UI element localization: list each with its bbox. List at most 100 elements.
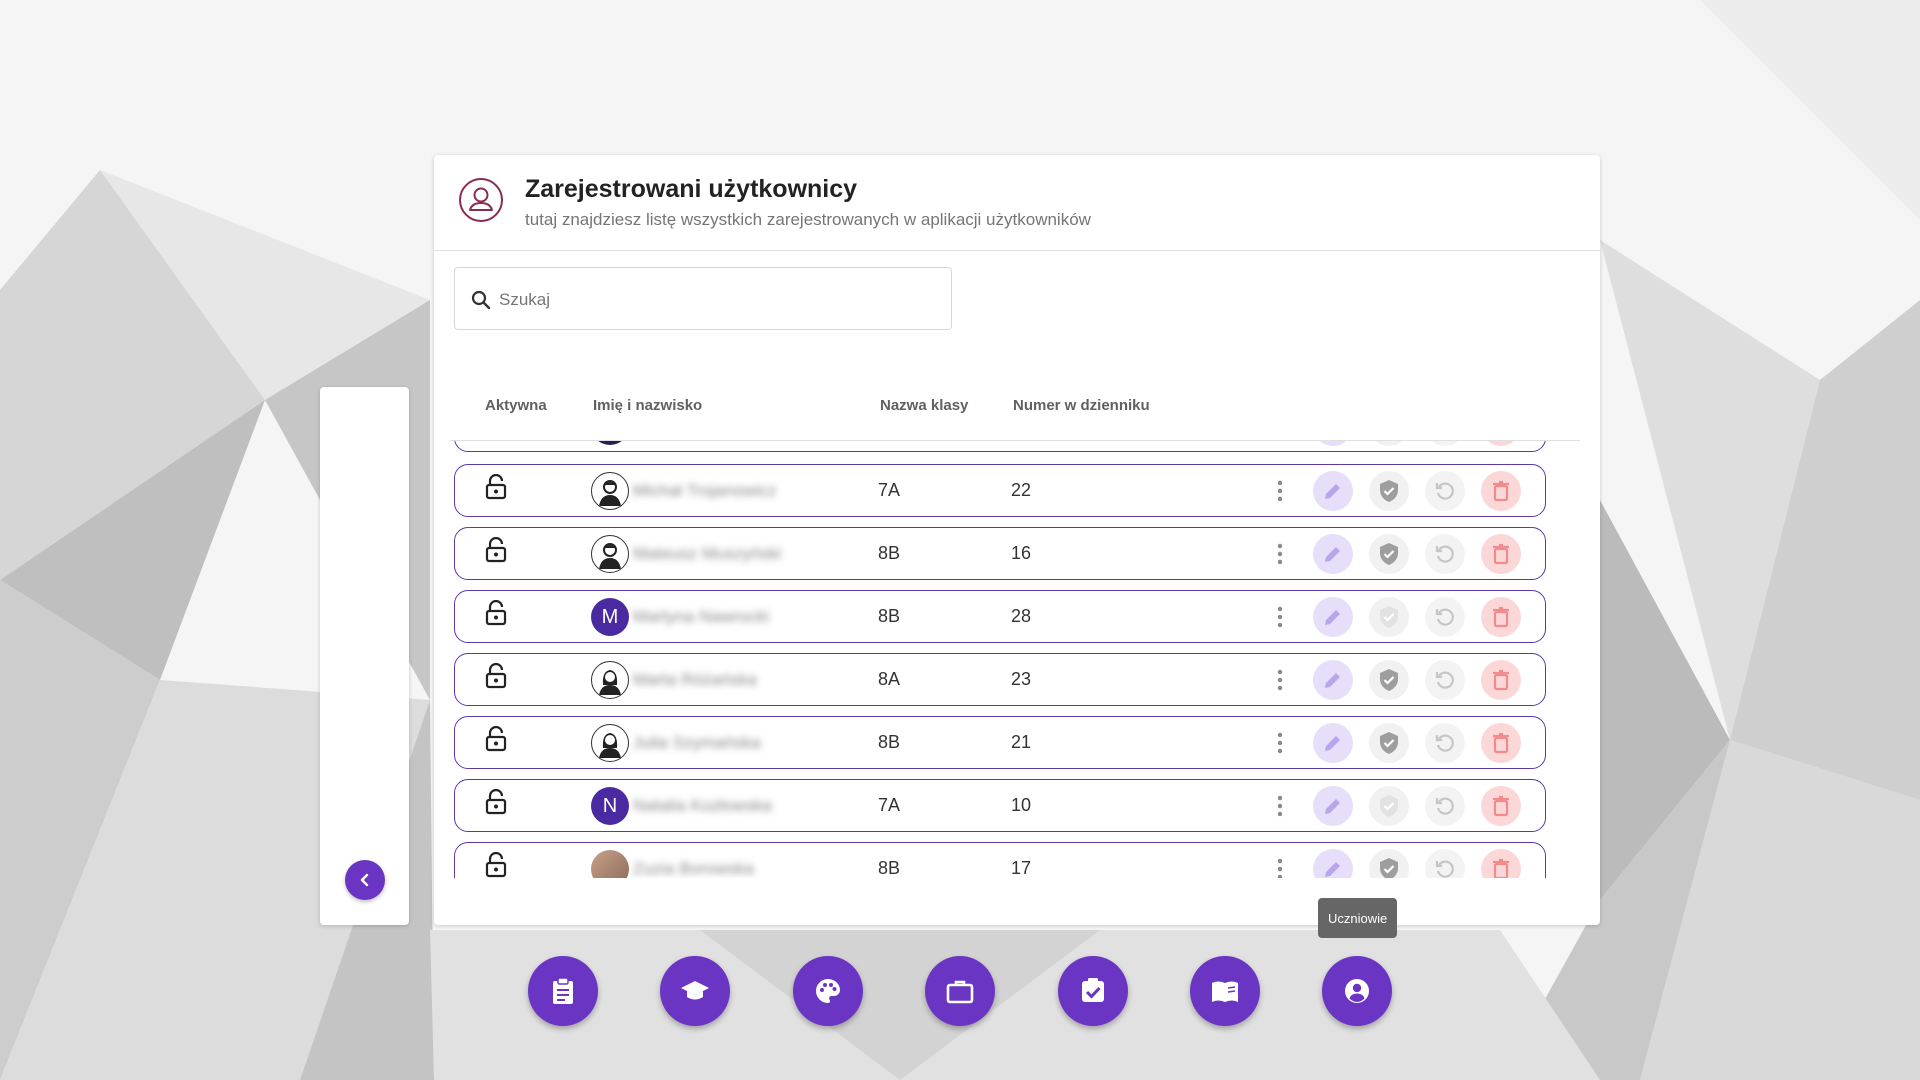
lock-toggle[interactable]: [485, 524, 507, 575]
trash-icon: [1493, 480, 1509, 502]
reset-password-button[interactable]: [1425, 534, 1465, 574]
pencil-icon: [1325, 610, 1340, 625]
unlocked-icon: [485, 662, 507, 688]
table-row[interactable]: Marta Różańska 8A 23: [454, 653, 1546, 706]
edit-button[interactable]: [1313, 849, 1353, 878]
dock-button-diary[interactable]: [1190, 956, 1260, 1026]
reset-password-button[interactable]: [1425, 723, 1465, 763]
avatar: [591, 724, 629, 762]
edit-button[interactable]: [1313, 441, 1353, 446]
more-vert-icon[interactable]: [1277, 479, 1283, 503]
lock-toggle[interactable]: [485, 839, 507, 878]
users-card: Zarejestrowani użytkownicy tutaj znajdzi…: [434, 155, 1600, 925]
checkbox-icon: [1082, 978, 1104, 1002]
dock-button-school[interactable]: [660, 956, 730, 1026]
reset-password-button[interactable]: [1425, 849, 1465, 878]
verify-button[interactable]: [1369, 597, 1409, 637]
table-row[interactable]: [454, 441, 1546, 452]
reset-password-button[interactable]: [1425, 471, 1465, 511]
edit-button[interactable]: [1313, 597, 1353, 637]
table-row[interactable]: Michał Trojanowicz 7A 22: [454, 464, 1546, 517]
pencil-icon: [1325, 799, 1340, 814]
verify-button[interactable]: [1369, 723, 1409, 763]
delete-button[interactable]: [1481, 786, 1521, 826]
column-header-number[interactable]: Numer w dzienniku: [1013, 397, 1150, 414]
diary-number: 28: [1011, 606, 1032, 626]
column-header-name[interactable]: Imię i nazwisko: [593, 397, 702, 414]
lock-toggle[interactable]: [485, 587, 507, 638]
table-row[interactable]: N Natalia Kozłowska 7A 10: [454, 779, 1546, 832]
card-header: Zarejestrowani użytkownicy tutaj znajdzi…: [434, 155, 1600, 251]
unlocked-icon: [485, 473, 507, 499]
reset-password-button[interactable]: [1425, 441, 1465, 446]
lock-toggle[interactable]: [485, 461, 507, 512]
verify-button[interactable]: [1369, 660, 1409, 700]
table-row[interactable]: Zuzia Borowska 8B 17: [454, 842, 1546, 878]
verify-button[interactable]: [1369, 534, 1409, 574]
verify-button[interactable]: [1369, 471, 1409, 511]
diary-number: 10: [1011, 795, 1032, 815]
lock-toggle[interactable]: [485, 713, 507, 764]
reset-password-button[interactable]: [1425, 660, 1465, 700]
more-vert-icon[interactable]: [1277, 668, 1283, 692]
verify-button[interactable]: [1369, 849, 1409, 878]
table-row[interactable]: Julia Szymańska 8B 21: [454, 716, 1546, 769]
trash-icon: [1493, 858, 1509, 878]
more-vert-icon[interactable]: [1277, 794, 1283, 818]
users-table[interactable]: Michał Trojanowicz 7A 22 Mateusz Muszyńs…: [450, 440, 1580, 878]
reset-icon: [1435, 482, 1454, 500]
delete-button[interactable]: [1481, 441, 1521, 446]
unlocked-icon: [485, 851, 507, 877]
dock-button-work[interactable]: [925, 956, 995, 1026]
delete-button[interactable]: [1481, 534, 1521, 574]
verify-button[interactable]: [1369, 441, 1409, 446]
search-input[interactable]: [497, 282, 931, 318]
search-box[interactable]: [454, 267, 952, 330]
user-name: Mateusz Muszyński: [633, 543, 782, 563]
avatar: M: [591, 598, 629, 636]
dock-button-art[interactable]: [793, 956, 863, 1026]
pencil-icon: [1325, 484, 1340, 499]
edit-button[interactable]: [1313, 534, 1353, 574]
page-title: Zarejestrowani użytkownicy: [525, 175, 858, 203]
delete-button[interactable]: [1481, 471, 1521, 511]
table-row[interactable]: M Martyna Nawrocki 8B 28: [454, 590, 1546, 643]
reset-password-button[interactable]: [1425, 597, 1465, 637]
class-name: 8B: [878, 606, 901, 626]
more-vert-icon[interactable]: [1277, 857, 1283, 878]
reset-icon: [1435, 734, 1454, 752]
column-header-class[interactable]: Nazwa klasy: [880, 397, 968, 414]
pencil-icon: [1325, 862, 1340, 877]
female-avatar-icon: [599, 670, 621, 695]
avatar: [591, 472, 629, 510]
user-name: Marta Różańska: [633, 669, 757, 689]
lock-toggle[interactable]: [485, 650, 507, 701]
lock-toggle[interactable]: [485, 776, 507, 827]
unlocked-icon: [485, 599, 507, 625]
trash-icon: [1493, 795, 1509, 817]
edit-button[interactable]: [1313, 471, 1353, 511]
edit-button[interactable]: [1313, 660, 1353, 700]
delete-button[interactable]: [1481, 597, 1521, 637]
more-vert-icon[interactable]: [1277, 542, 1283, 566]
user-name: Julia Szymańska: [633, 732, 761, 752]
more-vert-icon[interactable]: [1277, 731, 1283, 755]
pencil-icon: [1325, 736, 1340, 751]
dock-button-tasks-done[interactable]: [1058, 956, 1128, 1026]
trash-icon: [1493, 669, 1509, 691]
shield-check-icon: [1380, 795, 1398, 817]
delete-button[interactable]: [1481, 660, 1521, 700]
dock-button-tasks[interactable]: [528, 956, 598, 1026]
table-row[interactable]: Mateusz Muszyński 8B 16: [454, 527, 1546, 580]
edit-button[interactable]: [1313, 786, 1353, 826]
dock-button-students[interactable]: [1322, 956, 1392, 1026]
collapse-panel-button[interactable]: [345, 860, 385, 900]
delete-button[interactable]: [1481, 723, 1521, 763]
delete-button[interactable]: [1481, 849, 1521, 878]
more-vert-icon[interactable]: [1277, 605, 1283, 629]
reset-password-button[interactable]: [1425, 786, 1465, 826]
shield-check-icon: [1380, 858, 1398, 878]
column-header-active[interactable]: Aktywna: [485, 397, 547, 414]
edit-button[interactable]: [1313, 723, 1353, 763]
verify-button[interactable]: [1369, 786, 1409, 826]
